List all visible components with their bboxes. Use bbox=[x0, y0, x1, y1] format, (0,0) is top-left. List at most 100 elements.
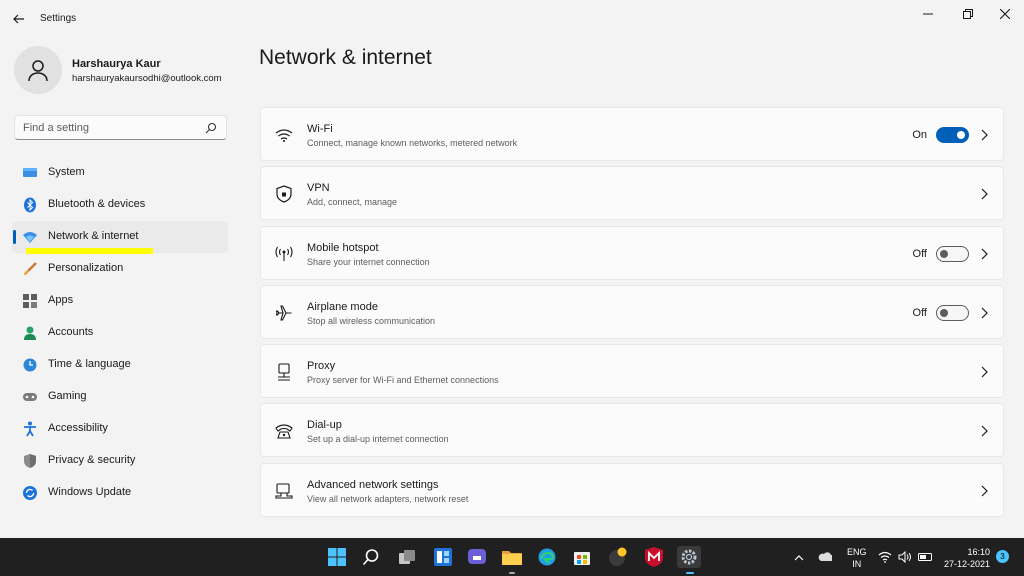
wifi-icon bbox=[22, 229, 38, 245]
mcafee-button[interactable] bbox=[643, 546, 665, 568]
card-proxy[interactable]: Proxy Proxy server for Wi-Fi and Etherne… bbox=[260, 344, 1004, 399]
search-box[interactable] bbox=[14, 115, 227, 140]
close-button[interactable] bbox=[987, 4, 1023, 24]
minimize-button[interactable] bbox=[910, 4, 946, 24]
card-airplane-mode[interactable]: Airplane mode Stop all wireless communic… bbox=[260, 284, 1004, 339]
battery-tray-button[interactable] bbox=[918, 550, 932, 564]
sidebar-nav: System Bluetooth & devices Network & int… bbox=[12, 157, 228, 509]
search-input[interactable] bbox=[23, 120, 203, 136]
onedrive-button[interactable] bbox=[818, 550, 832, 564]
chat-icon bbox=[468, 549, 486, 564]
user-profile[interactable]: Harshaurya Kaur harshauryakaursodhi@outl… bbox=[14, 46, 234, 96]
gamepad-icon bbox=[22, 389, 38, 405]
clock-time: 16:10 bbox=[967, 547, 990, 557]
sidebar-item-windows-update[interactable]: Windows Update bbox=[12, 477, 228, 509]
sidebar-item-label: Windows Update bbox=[48, 486, 132, 498]
file-explorer-button[interactable] bbox=[501, 546, 523, 568]
person-icon bbox=[28, 60, 48, 82]
dialup-icon bbox=[275, 422, 293, 440]
network-tray-button[interactable] bbox=[878, 550, 892, 564]
settings-taskbar-button[interactable] bbox=[677, 546, 701, 568]
sidebar-item-bluetooth[interactable]: Bluetooth & devices bbox=[12, 189, 228, 221]
notification-badge[interactable]: 3 bbox=[996, 550, 1009, 563]
globe-clock-icon bbox=[22, 357, 38, 373]
language-indicator[interactable]: ENG IN bbox=[847, 546, 867, 570]
sidebar-item-privacy[interactable]: Privacy & security bbox=[12, 445, 228, 477]
airplane-toggle[interactable] bbox=[936, 304, 969, 321]
card-subtitle: Add, connect, manage bbox=[307, 197, 398, 208]
wifi-toggle[interactable] bbox=[936, 127, 969, 143]
card-title: Dial-up bbox=[307, 419, 342, 432]
card-title: Airplane mode bbox=[307, 300, 378, 313]
hotspot-toggle[interactable] bbox=[936, 245, 969, 262]
update-icon bbox=[22, 485, 38, 501]
search-icon bbox=[362, 549, 379, 566]
bluetooth-icon bbox=[22, 197, 38, 213]
clock-date: 27-12-2021 bbox=[943, 559, 990, 569]
sidebar-item-label: System bbox=[48, 166, 85, 178]
start-button[interactable] bbox=[326, 546, 348, 568]
title-bar: Settings bbox=[0, 0, 1024, 38]
sidebar-item-system[interactable]: System bbox=[12, 157, 228, 189]
volume-tray-button[interactable] bbox=[898, 550, 912, 564]
chevron-right-icon bbox=[981, 366, 988, 378]
highlight-mark bbox=[26, 248, 153, 254]
chevron-right-icon bbox=[981, 485, 988, 497]
card-vpn[interactable]: VPN Add, connect, manage bbox=[260, 166, 1004, 221]
widgets-icon bbox=[434, 548, 452, 566]
chevron-right-icon bbox=[981, 188, 988, 200]
card-dial-up[interactable]: Dial-up Set up a dial-up internet connec… bbox=[260, 403, 1004, 458]
task-view-icon bbox=[399, 550, 415, 564]
taskbar: ENG IN 16:10 27-12-2021 3 bbox=[0, 538, 1024, 576]
chrome-button[interactable] bbox=[607, 546, 629, 568]
brush-icon bbox=[22, 261, 38, 277]
teams-chat-button[interactable] bbox=[466, 546, 488, 568]
card-title: VPN bbox=[307, 182, 330, 195]
airplane-icon bbox=[275, 304, 293, 322]
chrome-icon bbox=[609, 547, 627, 566]
sidebar-item-accessibility[interactable]: Accessibility bbox=[12, 413, 228, 445]
widgets-button[interactable] bbox=[432, 546, 454, 568]
shield-icon bbox=[22, 453, 38, 469]
card-subtitle: View all network adapters, network reset bbox=[307, 493, 469, 504]
chevron-right-icon bbox=[981, 248, 988, 260]
restore-icon bbox=[963, 9, 973, 19]
wifi-icon bbox=[878, 551, 892, 563]
card-subtitle: Set up a dial-up internet connection bbox=[307, 434, 449, 445]
sidebar-item-label: Personalization bbox=[48, 262, 124, 274]
toggle-state-label: On bbox=[912, 129, 927, 141]
sidebar-item-time-language[interactable]: Time & language bbox=[12, 349, 228, 381]
task-view-button[interactable] bbox=[396, 546, 418, 568]
card-mobile-hotspot[interactable]: Mobile hotspot Share your internet conne… bbox=[260, 225, 1004, 280]
card-title: Wi-Fi bbox=[307, 123, 333, 135]
search-icon[interactable] bbox=[205, 122, 217, 134]
back-button[interactable] bbox=[10, 10, 28, 28]
card-advanced-network[interactable]: Advanced network settings View all netwo… bbox=[260, 462, 1004, 517]
edge-button[interactable] bbox=[536, 546, 558, 568]
show-hidden-icons-button[interactable] bbox=[792, 550, 806, 564]
card-subtitle: Connect, manage known networks, metered … bbox=[307, 138, 518, 148]
accessibility-icon bbox=[22, 421, 38, 437]
clock[interactable]: 16:10 27-12-2021 bbox=[940, 546, 990, 570]
card-wifi[interactable]: Wi-Fi Connect, manage known networks, me… bbox=[260, 107, 1004, 161]
card-subtitle: Stop all wireless communication bbox=[307, 315, 436, 326]
active-indicator bbox=[686, 572, 694, 574]
mcafee-icon bbox=[645, 547, 663, 567]
sidebar-item-accounts[interactable]: Accounts bbox=[12, 317, 228, 349]
running-indicator bbox=[509, 572, 515, 574]
folder-icon bbox=[502, 551, 522, 565]
search-taskbar-button[interactable] bbox=[360, 546, 382, 568]
restore-button[interactable] bbox=[950, 4, 986, 24]
windows-icon bbox=[328, 548, 346, 566]
proxy-icon bbox=[275, 363, 293, 381]
gear-icon bbox=[681, 549, 697, 565]
sidebar-item-gaming[interactable]: Gaming bbox=[12, 381, 228, 413]
monitor-icon bbox=[22, 165, 38, 181]
sidebar-item-apps[interactable]: Apps bbox=[12, 285, 228, 317]
wifi-icon bbox=[275, 126, 293, 144]
store-button[interactable] bbox=[571, 546, 593, 568]
avatar bbox=[14, 46, 62, 94]
sidebar-item-label: Privacy & security bbox=[48, 454, 136, 466]
sidebar-item-personalization[interactable]: Personalization bbox=[12, 253, 228, 285]
region-code: IN bbox=[852, 559, 862, 569]
